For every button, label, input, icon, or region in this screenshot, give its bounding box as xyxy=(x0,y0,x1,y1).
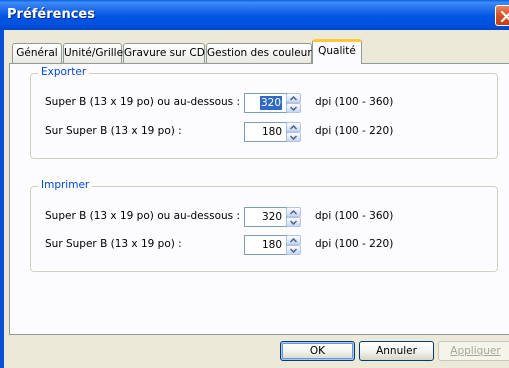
spin-up-button[interactable] xyxy=(286,122,301,132)
print-row-1-value: 320 xyxy=(261,211,282,223)
export-row-2-range: dpi (100 - 220) xyxy=(315,125,394,137)
export-row-1-input[interactable]: 320 xyxy=(244,93,287,113)
print-row-2-range: dpi (100 - 220) xyxy=(315,238,394,250)
chevron-up-icon xyxy=(290,238,297,243)
close-button[interactable] xyxy=(495,5,509,26)
export-row-2-spinner[interactable] xyxy=(286,122,301,142)
tab-cd-burning[interactable]: Gravure sur CD xyxy=(123,43,205,63)
cancel-button[interactable]: Annuler xyxy=(359,341,434,361)
print-row-2-input[interactable]: 180 xyxy=(244,235,287,255)
chevron-down-icon xyxy=(290,220,297,225)
print-group-title: Imprimer xyxy=(38,179,93,191)
export-row-2-value: 180 xyxy=(261,126,282,138)
tab-unit-grid[interactable]: Unité/Grille xyxy=(63,43,124,63)
spin-down-button[interactable] xyxy=(286,103,301,113)
export-row-1-range: dpi (100 - 360) xyxy=(315,96,394,108)
export-row-2-label: Sur Super B (13 x 19 po) : xyxy=(45,125,182,137)
chevron-down-icon xyxy=(290,106,297,111)
chevron-up-icon xyxy=(290,125,297,130)
print-row-2-spinner[interactable] xyxy=(286,235,301,255)
print-row-1-label: Super B (13 x 19 po) ou au-dessous : xyxy=(45,210,240,222)
apply-button-label: Appliquer xyxy=(450,345,501,357)
spin-down-button[interactable] xyxy=(286,245,301,255)
print-row-1-input[interactable]: 320 xyxy=(244,207,287,227)
window-frame-left xyxy=(0,30,4,368)
tab-label: Gravure sur CD xyxy=(124,47,205,59)
apply-button[interactable]: Appliquer xyxy=(438,341,509,361)
close-icon xyxy=(500,10,509,23)
title-bar[interactable]: Préférences xyxy=(0,0,509,30)
export-row-1-label: Super B (13 x 19 po) ou au-dessous : xyxy=(45,96,240,108)
chevron-down-icon xyxy=(290,248,297,253)
ok-button-label: OK xyxy=(309,345,326,357)
preferences-dialog: Préférences Général Unité/Grille Gravure… xyxy=(0,0,509,368)
tab-general[interactable]: Général xyxy=(12,43,62,63)
spin-down-button[interactable] xyxy=(286,132,301,142)
tab-label: Général xyxy=(16,47,58,59)
window-title: Préférences xyxy=(7,7,95,22)
export-groupbox xyxy=(30,73,498,159)
export-row-1-value: 320 xyxy=(259,96,282,110)
chevron-up-icon xyxy=(290,96,297,101)
chevron-down-icon xyxy=(290,135,297,140)
tab-color-management[interactable]: Gestion des couleurs xyxy=(206,43,317,63)
export-row-2-input[interactable]: 180 xyxy=(244,122,287,142)
spin-up-button[interactable] xyxy=(286,207,301,217)
spin-up-button[interactable] xyxy=(286,235,301,245)
export-group-title: Exporter xyxy=(38,66,90,78)
tab-label: Unité/Grille xyxy=(64,47,124,59)
print-row-1-range: dpi (100 - 360) xyxy=(315,210,394,222)
print-row-1-spinner[interactable] xyxy=(286,207,301,227)
print-row-2-label: Sur Super B (13 x 19 po) : xyxy=(45,238,182,250)
export-row-1-spinner[interactable] xyxy=(286,93,301,113)
chevron-up-icon xyxy=(290,210,297,215)
print-row-2-value: 180 xyxy=(261,239,282,251)
tab-quality[interactable]: Qualité xyxy=(312,39,362,64)
tab-label: Qualité xyxy=(318,45,356,57)
spin-down-button[interactable] xyxy=(286,217,301,227)
tab-label: Gestion des couleurs xyxy=(207,47,318,59)
print-groupbox xyxy=(30,186,498,272)
spin-up-button[interactable] xyxy=(286,93,301,103)
ok-button[interactable]: OK xyxy=(280,341,355,361)
cancel-button-label: Annuler xyxy=(376,345,417,357)
